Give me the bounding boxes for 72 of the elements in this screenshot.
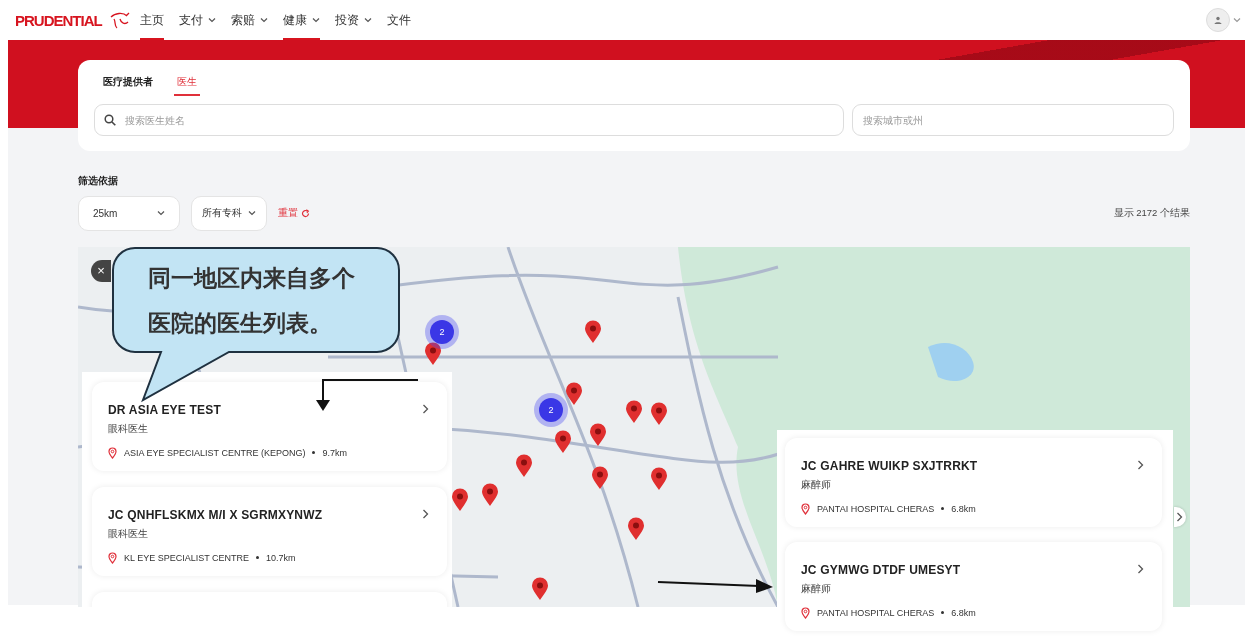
doctor-card[interactable]: DR ASIA EYE TEST 眼科医生 ASIA EYE SPECIALIST CENTRE (KEPONG) 9.7km xyxy=(92,381,447,471)
chevron-down-icon xyxy=(259,16,268,24)
chevron-icon xyxy=(422,403,429,414)
map-pin-icon[interactable] xyxy=(451,487,469,512)
map-pin-icon[interactable] xyxy=(424,341,442,366)
hospital-name: KL EYE SPECIALIST CENTRE xyxy=(124,552,250,563)
doctor-specialty: 麻醉师 xyxy=(801,582,831,596)
callout-text: 同一地区内来自多个医院的医生列表。 xyxy=(148,264,356,338)
nav-menu-item[interactable]: 支付 xyxy=(178,0,216,40)
doctor-name: JC GYMWG DTDF UMESYT xyxy=(801,562,961,577)
chevron-icon xyxy=(1137,459,1144,470)
map-pin-icon[interactable] xyxy=(584,319,602,344)
chevron-down-icon xyxy=(363,16,372,24)
chevron-down-icon xyxy=(207,16,216,24)
location-search-field[interactable]: 搜索城市或州 xyxy=(852,104,1174,136)
distance-text: 6.8km xyxy=(951,503,976,514)
map-pin-icon[interactable] xyxy=(591,465,609,490)
doctor-name: DR ASIA EYE TEST xyxy=(108,402,221,417)
distance-text: 6.8km xyxy=(951,607,976,618)
chevron-icon xyxy=(422,508,429,519)
chevron-icon xyxy=(1176,511,1183,522)
hospital-name: PANTAI HOSPITAL CHERAS xyxy=(817,607,935,618)
doctor-specialty: 眼科医生 xyxy=(108,527,148,541)
map-pin-icon[interactable] xyxy=(627,516,645,541)
hospital-name: ASIA EYE SPECIALIST CENTRE (KEPONG) xyxy=(124,447,306,458)
nav-menu-item[interactable]: 投资 xyxy=(334,0,372,40)
doctor-name-search-field[interactable]: 搜索医生姓名 xyxy=(94,104,844,136)
chevron-icon xyxy=(1137,563,1144,574)
location-pin-icon xyxy=(108,446,117,459)
chevron-down-icon xyxy=(248,209,256,218)
doctor-name: JC QNHFLSKMX M/I X SGRMXYNWZ xyxy=(108,507,323,522)
refresh-icon xyxy=(301,208,310,218)
hospital-name: PANTAI HOSPITAL CHERAS xyxy=(817,503,935,514)
map-pin-icon[interactable] xyxy=(625,399,643,424)
map-pin-icon[interactable] xyxy=(565,381,583,406)
nav-menu-item[interactable]: 健康 xyxy=(282,0,320,40)
reset-link[interactable]: 重置 xyxy=(278,206,310,221)
chevron-down-icon xyxy=(1233,16,1241,24)
chevron-down-icon xyxy=(157,209,165,218)
distance-text: 9.7km xyxy=(322,447,347,458)
nav-menu-item[interactable]: 主页 xyxy=(139,0,164,40)
map-pin-icon[interactable] xyxy=(531,576,549,601)
tab[interactable]: 医生 xyxy=(174,73,200,96)
results-count: 显示 2172 个结果 xyxy=(1113,206,1190,220)
brand-logo[interactable]: PRUDENTIAL xyxy=(15,11,102,29)
map-pin-icon[interactable] xyxy=(650,466,668,491)
distance-dropdown[interactable]: 25km xyxy=(78,195,180,231)
doctor-card[interactable]: JC GYMWG DTDF UMESYT 麻醉师 PANTAI HOSPITAL CHERAS 6.8km xyxy=(785,541,1162,631)
map-pin-icon[interactable] xyxy=(650,401,668,426)
lake xyxy=(928,342,974,381)
nav-menu-item[interactable]: 文件 xyxy=(386,0,411,40)
specialty-dropdown[interactable]: 所有专科 xyxy=(191,195,267,231)
location-pin-icon xyxy=(801,606,810,619)
doctor-specialty: 麻醉师 xyxy=(801,478,831,492)
map-pin-icon[interactable] xyxy=(481,482,499,507)
map-pin-icon[interactable] xyxy=(554,429,572,454)
tab[interactable]: 医疗提供者 xyxy=(100,73,156,96)
location-pin-icon xyxy=(801,502,810,515)
user-menu-button[interactable] xyxy=(1206,8,1241,32)
chevron-down-icon xyxy=(311,16,320,24)
doctor-card[interactable]: JC GAHRE WUIKP SXJTRRKT 麻醉师 PANTAI HOSPITAL CHERAS 6.8km xyxy=(785,437,1162,527)
distance-text: 10.7km xyxy=(266,552,296,563)
doctor-card[interactable]: JC QNHFLSKMX M/I X SGRMXYNWZ 眼科医生 KL EYE SPECIALIST CENTRE 10.7km xyxy=(92,486,447,576)
user-icon xyxy=(1214,16,1222,24)
doctor-name: JC GAHRE WUIKP SXJTRRKT xyxy=(801,458,978,473)
map-pin-icon[interactable] xyxy=(515,453,533,478)
location-pin-icon xyxy=(108,551,117,564)
nav-menu-item[interactable]: 索赔 xyxy=(230,0,268,40)
search-icon xyxy=(104,114,116,126)
filter-heading: 筛选依据 xyxy=(78,174,118,188)
map-pin-icon[interactable] xyxy=(589,422,607,447)
doctor-specialty: 眼科医生 xyxy=(108,422,148,436)
